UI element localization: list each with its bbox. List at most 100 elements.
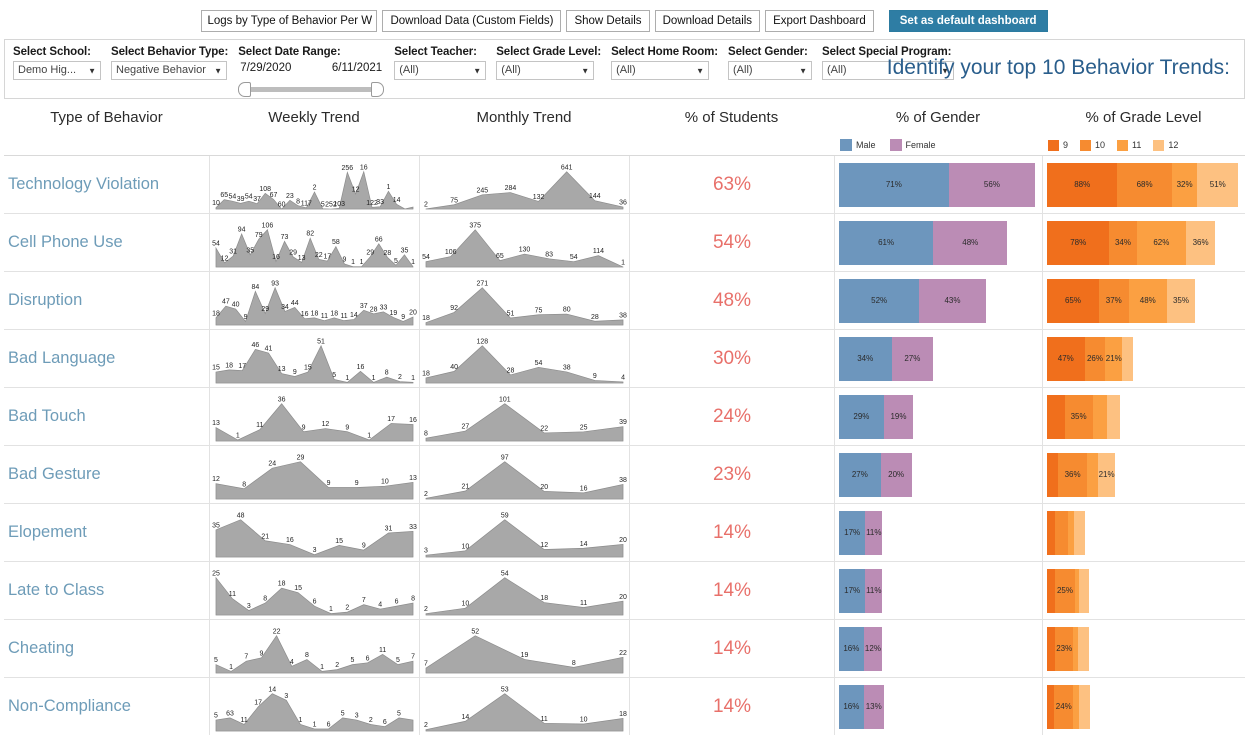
monthly-trend-cell[interactable]: 2 14 53 11 10 18 (419, 678, 629, 735)
filter-home-room-dropdown[interactable]: (All) ▼ (611, 61, 710, 80)
table-row[interactable]: Elopement 35 48 21 16 3 15 9 31 33 3 10 59 12 14 20 14% 1… (4, 503, 1245, 561)
grade-stacked-bar[interactable]: 25% (1047, 568, 1089, 613)
gender-stacked-bar[interactable]: 27% 20% (839, 452, 912, 497)
grade-stacked-bar-segment[interactable]: 88% (1047, 162, 1118, 207)
grade-legend-item-10[interactable]: 10 (1080, 139, 1105, 151)
grade-stacked-bar-segment[interactable] (1047, 394, 1065, 439)
download-data-button[interactable]: Download Data (Custom Fields) (382, 9, 562, 32)
grade-stacked-bar-segment[interactable] (1047, 626, 1055, 671)
students-percent-cell[interactable]: 24% (629, 388, 834, 445)
table-row[interactable]: Late to Class 25 11 3 8 18 15 6 1 2 7 4 6 8 2 10 54 18 11 2… (4, 561, 1245, 619)
gender-stacked-bar-segment[interactable]: 17% (839, 568, 866, 613)
grade-stacked-bar-segment[interactable]: 32% (1171, 162, 1198, 207)
behavior-name-cell[interactable]: Late to Class (4, 562, 209, 619)
gender-stacked-bar-segment[interactable]: 11% (865, 568, 883, 613)
table-row[interactable]: Technology Violation 10 65 54 39 54 37 108 67 60 2… (4, 155, 1245, 213)
gender-percent-cell[interactable]: 29% 19% (834, 388, 1042, 445)
table-row[interactable]: Bad Touch 13 1 11 36 9 12 9 1 17 16 8 27 101 22 25 39 24%… (4, 387, 1245, 445)
students-percent-cell[interactable]: 63% (629, 156, 834, 213)
grade-stacked-bar-segment[interactable]: 21% (1105, 336, 1123, 381)
weekly-trend-cell[interactable]: 5 63 11 17 14 3 1 1 6 5 3 2 6 5 (209, 678, 419, 735)
grade-stacked-bar-segment[interactable] (1092, 394, 1107, 439)
gender-stacked-bar-segment[interactable]: 27% (839, 452, 881, 497)
monthly-trend-cell[interactable]: 8 27 101 22 25 39 (419, 388, 629, 445)
gender-stacked-bar[interactable]: 29% 19% (839, 394, 914, 439)
weekly-trend-cell[interactable]: 54 12 31 94 35 79 106 16 73 29 13 82 22 17 58 9 1 1 29 66 28… (209, 214, 419, 271)
grade-stacked-bar-segment[interactable]: 35% (1064, 394, 1093, 439)
gender-stacked-bar-segment[interactable]: 19% (883, 394, 914, 439)
grade-stacked-bar-segment[interactable]: 21% (1098, 452, 1115, 497)
grade-stacked-bar-segment[interactable] (1106, 394, 1120, 439)
grade-stacked-bar-segment[interactable]: 36% (1186, 220, 1215, 265)
grade-percent-cell[interactable]: 65% 37% 48% 35% (1042, 272, 1245, 329)
gender-stacked-bar-segment[interactable]: 48% (933, 220, 1008, 265)
gender-stacked-bar-segment[interactable]: 12% (863, 626, 883, 671)
grade-percent-cell[interactable]: 23% (1042, 620, 1245, 677)
grade-stacked-bar[interactable]: 23% (1047, 626, 1090, 671)
table-row[interactable]: Disruption 18 47 40 9 84 29 93 34 44 16 18 11 18 11 14 3… (4, 271, 1245, 329)
gender-stacked-bar[interactable]: 16% 13% (839, 684, 884, 729)
weekly-trend-cell[interactable]: 13 1 11 36 9 12 9 1 17 16 (209, 388, 419, 445)
gender-stacked-bar-segment[interactable]: 52% (839, 278, 920, 323)
grade-percent-cell[interactable]: 88% 68% 32% 51% (1042, 156, 1245, 213)
gender-stacked-bar-segment[interactable]: 16% (839, 684, 864, 729)
grade-stacked-bar-segment[interactable]: 68% (1117, 162, 1172, 207)
gender-percent-cell[interactable]: 52% 43% (834, 272, 1042, 329)
behavior-name-cell[interactable]: Disruption (4, 272, 209, 329)
grade-stacked-bar-segment[interactable]: 24% (1054, 684, 1074, 729)
grade-stacked-bar-segment[interactable]: 65% (1047, 278, 1099, 323)
filter-teacher-dropdown[interactable]: (All) ▼ (394, 61, 487, 80)
behavior-name-cell[interactable]: Bad Gesture (4, 446, 209, 503)
grade-legend-item-9[interactable]: 9 (1048, 139, 1068, 151)
table-row[interactable]: Non-Compliance 5 63 11 17 14 3 1 1 6 5 3 2 6 5 2 14 53 11 1… (4, 677, 1245, 735)
monthly-trend-cell[interactable]: 18 40 128 28 54 38 9 4 (419, 330, 629, 387)
monthly-trend-cell[interactable]: 18 92 271 51 75 80 28 38 (419, 272, 629, 329)
show-details-button[interactable]: Show Details (566, 9, 650, 32)
gender-stacked-bar-segment[interactable]: 34% (839, 336, 892, 381)
grade-percent-cell[interactable]: 36% 21% (1042, 446, 1245, 503)
grade-stacked-bar-segment[interactable]: 62% (1136, 220, 1187, 265)
behavior-name-cell[interactable]: Bad Touch (4, 388, 209, 445)
grade-stacked-bar-segment[interactable]: 51% (1197, 162, 1239, 207)
grade-stacked-bar-segment[interactable]: 48% (1128, 278, 1167, 323)
filter-school-dropdown[interactable]: Demo Hig... ▼ (13, 61, 101, 80)
weekly-trend-cell[interactable]: 18 47 40 9 84 29 93 34 44 16 18 11 18 11 14 37 28 33 19 9 20 (209, 272, 419, 329)
table-row[interactable]: Cheating 5 1 7 9 22 4 8 1 2 5 6 11 5 7 7 52 19 8 22 14% 16% 12… (4, 619, 1245, 677)
gender-stacked-bar-segment[interactable]: 43% (919, 278, 986, 323)
grade-stacked-bar-segment[interactable] (1047, 684, 1055, 729)
monthly-trend-cell[interactable]: 2 75 245 284 132 641 144 36 (419, 156, 629, 213)
filter-behavior-type-dropdown[interactable]: Negative Behavior ▼ (111, 61, 227, 80)
gender-stacked-bar[interactable]: 71% 56% (839, 162, 1036, 207)
grade-percent-cell[interactable]: 25% (1042, 562, 1245, 619)
grade-stacked-bar[interactable]: 24% (1047, 684, 1091, 729)
monthly-trend-cell[interactable]: 2 21 97 20 16 38 (419, 446, 629, 503)
gender-legend-item-male[interactable]: Male (840, 139, 876, 151)
grade-stacked-bar[interactable]: 35% (1047, 394, 1120, 439)
grade-stacked-bar[interactable]: 47% 26% 21% (1047, 336, 1134, 381)
behavior-name-cell[interactable]: Bad Language (4, 330, 209, 387)
behavior-name-cell[interactable]: Cell Phone Use (4, 214, 209, 271)
gender-stacked-bar-segment[interactable]: 20% (880, 452, 912, 497)
gender-stacked-bar-segment[interactable]: 13% (863, 684, 884, 729)
grade-stacked-bar-segment[interactable] (1122, 336, 1134, 381)
grade-stacked-bar-segment[interactable] (1078, 684, 1091, 729)
gender-percent-cell[interactable]: 61% 48% (834, 214, 1042, 271)
grade-stacked-bar-segment[interactable]: 25% (1055, 568, 1075, 613)
grade-stacked-bar-segment[interactable]: 37% (1099, 278, 1129, 323)
grade-stacked-bar[interactable]: 36% 21% (1047, 452, 1115, 497)
monthly-trend-cell[interactable]: 54 106 375 65 130 83 54 114 1 (419, 214, 629, 271)
grade-stacked-bar-segment[interactable] (1078, 626, 1090, 671)
table-row[interactable]: Cell Phone Use 54 12 31 94 35 79 106 16 73 29 13 82 2… (4, 213, 1245, 271)
grade-percent-cell[interactable] (1042, 504, 1245, 561)
set-default-dashboard-button[interactable]: Set as default dashboard (888, 9, 1048, 32)
students-percent-cell[interactable]: 14% (629, 620, 834, 677)
gender-stacked-bar[interactable]: 61% 48% (839, 220, 1008, 265)
gender-percent-cell[interactable]: 16% 13% (834, 678, 1042, 735)
filter-gender-dropdown[interactable]: (All) ▼ (728, 61, 812, 80)
grade-stacked-bar-segment[interactable]: 35% (1166, 278, 1195, 323)
grade-percent-cell[interactable]: 35% (1042, 388, 1245, 445)
gender-percent-cell[interactable]: 27% 20% (834, 446, 1042, 503)
table-row[interactable]: Bad Language 15 18 17 46 41 13 9 15 51 5 1 16 1 8 2 1 18 4… (4, 329, 1245, 387)
behavior-name-cell[interactable]: Cheating (4, 620, 209, 677)
date-range-slider[interactable] (238, 82, 385, 97)
